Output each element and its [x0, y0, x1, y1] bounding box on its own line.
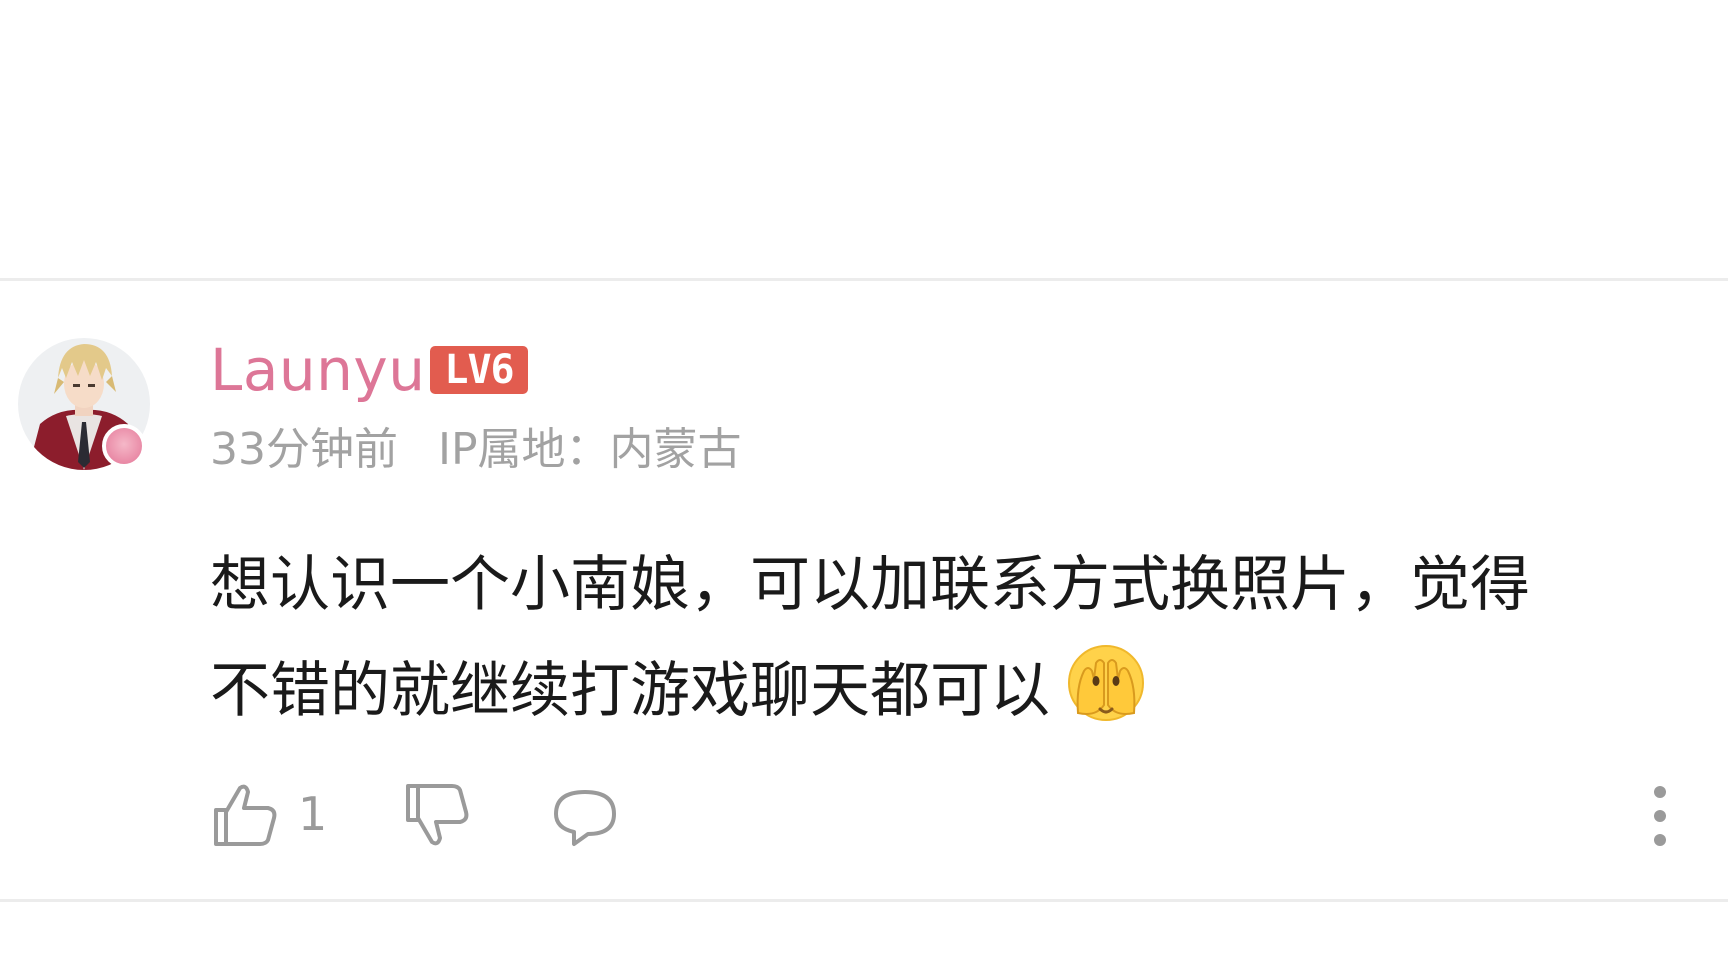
level-badge: LV6 — [430, 346, 528, 394]
comment-text: 想认识一个小南娘，可以加联系方式换照片，觉得 不错的就继续打游戏聊天都可以 — [210, 532, 1670, 744]
ip-location: IP属地：内蒙古 — [438, 424, 742, 475]
comment-bubble-icon — [550, 790, 620, 854]
comment-time: 33分钟前 — [210, 424, 398, 475]
reply-button[interactable] — [550, 780, 620, 850]
dislike-button[interactable] — [402, 780, 472, 850]
comment-line-1: 想认识一个小南娘，可以加联系方式换照片，觉得 — [210, 550, 1530, 620]
username[interactable]: Launyu — [210, 334, 425, 406]
thumbs-down-icon — [402, 784, 472, 854]
bottom-divider — [0, 899, 1728, 902]
top-divider — [0, 278, 1728, 281]
comment-meta: 33分钟前 IP属地：内蒙古 — [210, 420, 742, 480]
comment-line-2-wrap: 不错的就继续打游戏聊天都可以 — [210, 638, 1670, 744]
face-with-hands-over-eyes-emoji — [1066, 643, 1146, 723]
user-avatar[interactable] — [18, 338, 150, 470]
more-options-button[interactable] — [1640, 784, 1680, 848]
avatar-pendant-badge — [102, 424, 146, 468]
more-vertical-icon — [1640, 786, 1680, 852]
comment-line-2: 不错的就继续打游戏聊天都可以 — [210, 656, 1050, 726]
comment-page: Launyu LV6 33分钟前 IP属地：内蒙古 想认识一个小南娘，可以加联系… — [0, 0, 1728, 972]
like-count: 1 — [298, 787, 328, 841]
like-button[interactable]: 1 — [210, 780, 327, 850]
thumbs-up-icon — [210, 784, 280, 854]
